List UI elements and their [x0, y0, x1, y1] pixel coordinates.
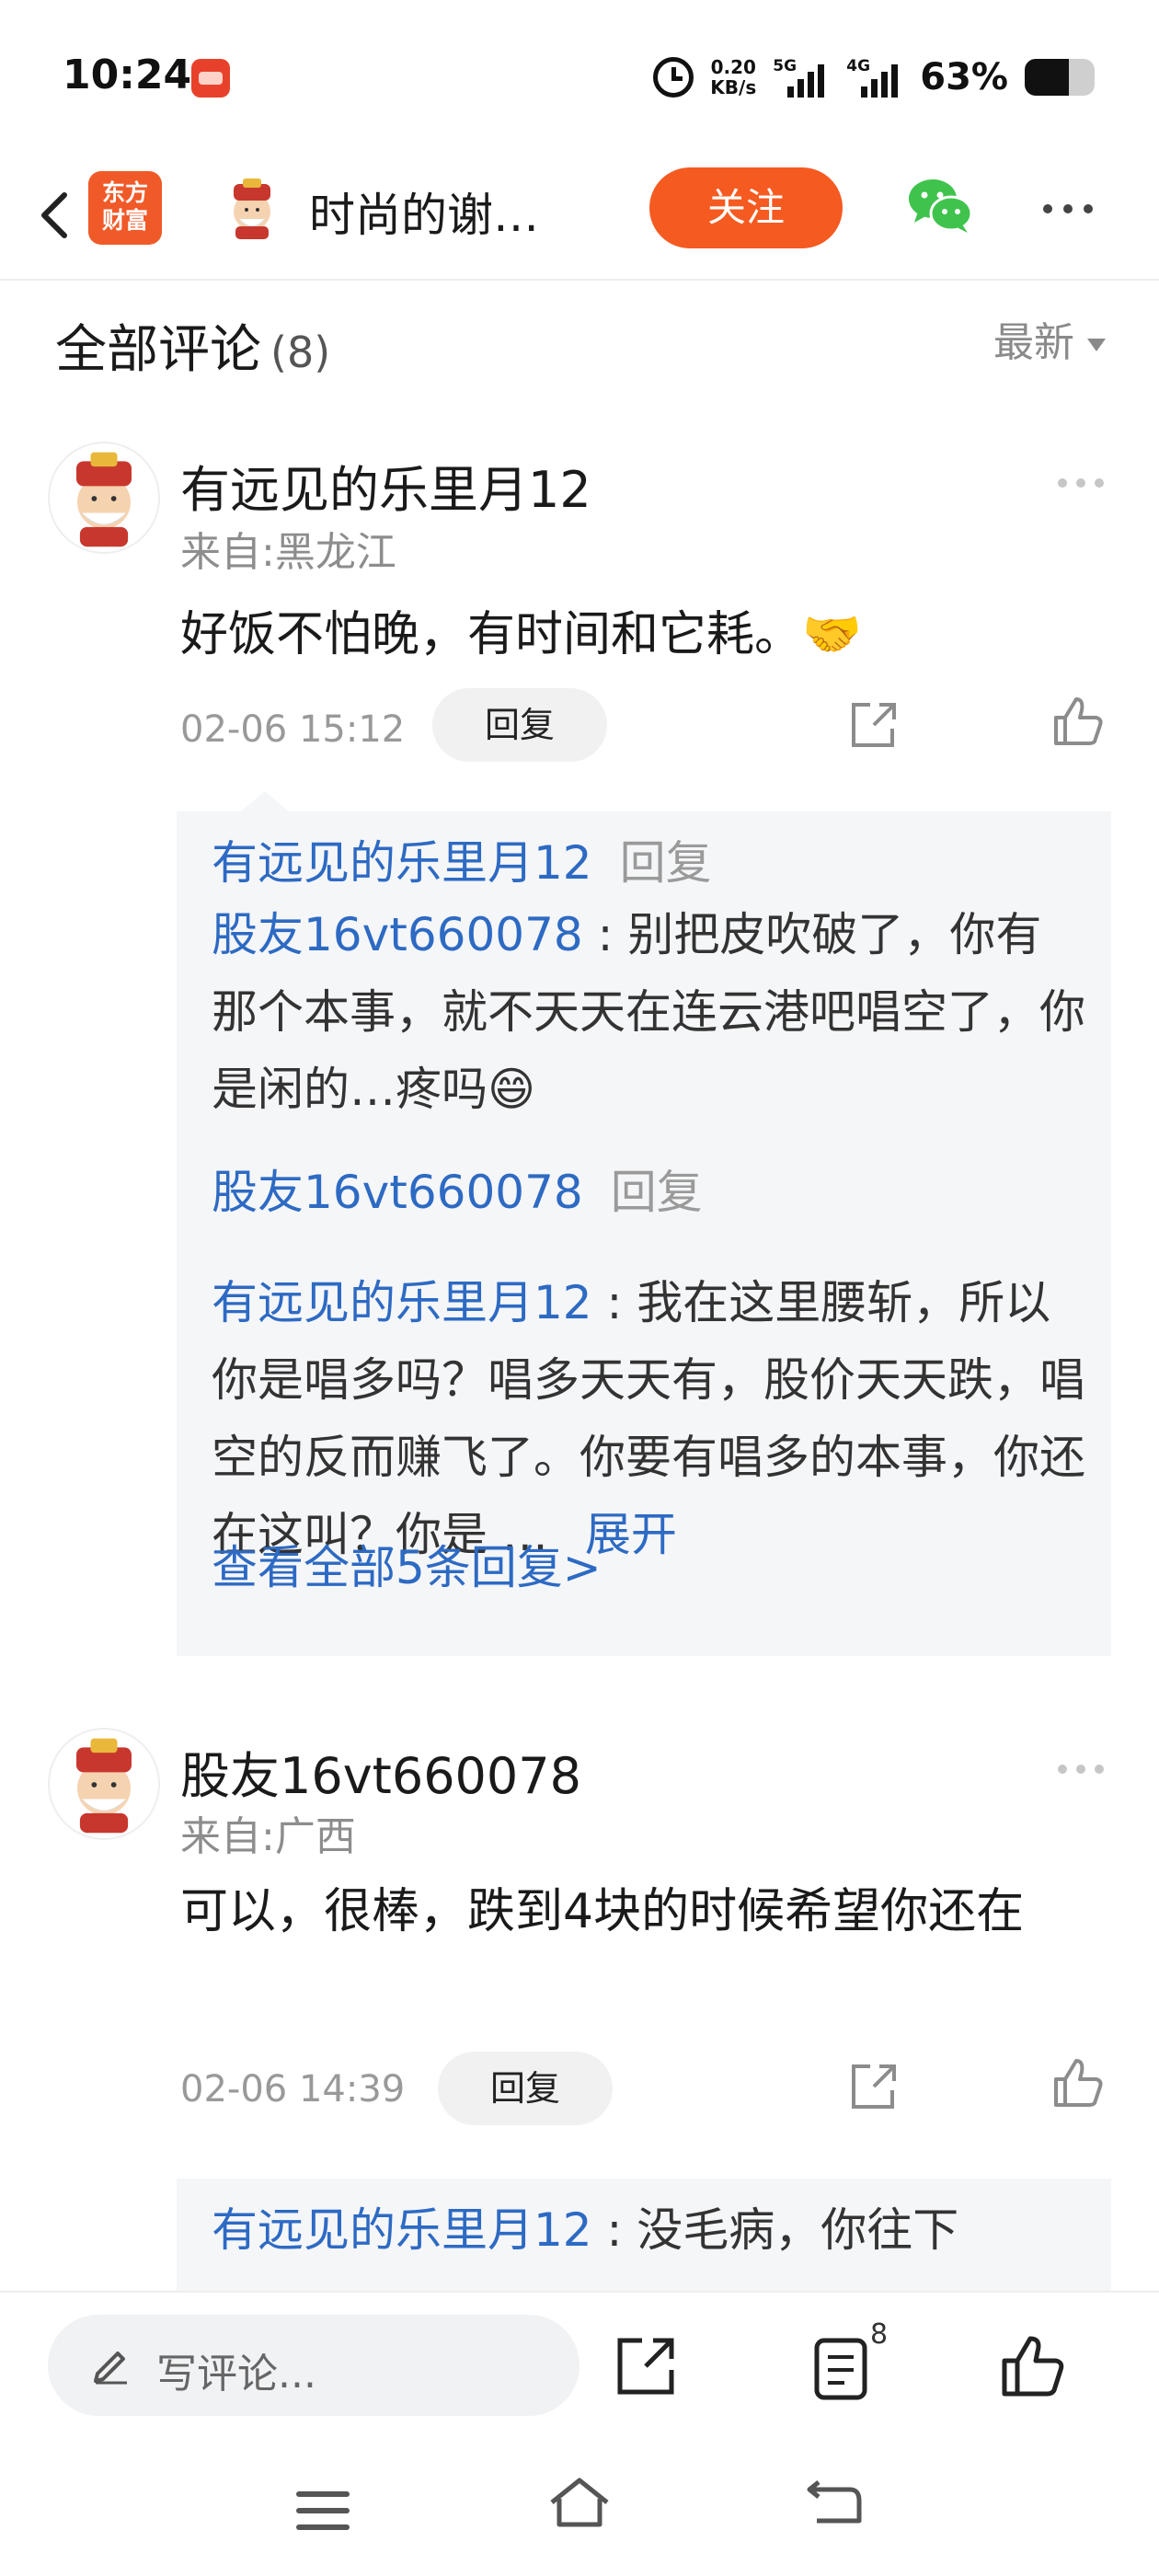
view-all-replies-link[interactable]: 查看全部5条回复>: [212, 1531, 602, 1597]
back-icon[interactable]: [29, 188, 85, 243]
like-icon[interactable]: [1050, 2057, 1104, 2110]
battery-level-fill: [1025, 59, 1069, 96]
logo-text-line2: 财富: [101, 207, 148, 234]
reply-thread: 有远见的乐里月12 回复 股友16vt660078 : 别把皮吹破了，你有那个本事…: [177, 811, 1111, 1290]
net-speed-value: 0.20: [710, 56, 756, 78]
wechat-icon[interactable]: [905, 175, 975, 236]
comment-author[interactable]: 有远见的乐里月12: [180, 449, 591, 522]
avatar[interactable]: [48, 442, 160, 554]
reply-tag: 回复: [619, 836, 712, 890]
write-comment-placeholder: 写评论...: [156, 2351, 316, 2398]
app-notification-icon: [191, 59, 230, 98]
comments-header: 全部评论 (8): [55, 308, 330, 383]
reply-colon: :: [591, 1276, 637, 1329]
follow-button[interactable]: 关注: [649, 167, 843, 248]
battery-percent: 63%: [920, 56, 1008, 98]
comments-title: 全部评论: [55, 320, 261, 380]
alarm-icon: [653, 57, 694, 98]
reply-text[interactable]: 有远见的乐里月12 : 没毛病，你往下: [212, 2191, 1085, 2269]
sort-dropdown[interactable]: 最新: [993, 309, 1106, 368]
reply-text[interactable]: 有远见的乐里月12 : 我在这里腰斩，所以你是唱多吗？唱多天天有，股价天天跌，唱…: [212, 1264, 1085, 1573]
comment-time: 02-06 14:39: [180, 2068, 406, 2110]
avatar[interactable]: [219, 175, 285, 241]
reply-box-pointer: [241, 791, 289, 811]
status-bar: 10:24 0.20 KB/s 5G 4G 63%: [0, 0, 1159, 156]
write-comment-input[interactable]: 写评论...: [48, 2315, 580, 2416]
battery-icon: [1025, 59, 1095, 96]
reply-colon: :: [591, 2203, 637, 2257]
comment-time: 02-06 15:12: [180, 708, 406, 751]
back-icon[interactable]: [804, 2480, 865, 2530]
home-icon[interactable]: [546, 2475, 613, 2530]
comment-more-icon[interactable]: [1058, 1765, 1104, 1774]
caret-down-icon: [1087, 339, 1106, 351]
comment-author[interactable]: 股友16vt660078: [180, 1735, 581, 1808]
reply-header[interactable]: 有远见的乐里月12 回复: [212, 826, 712, 892]
reply-thread: 有远见的乐里月12 : 没毛病，你往下: [177, 2179, 1111, 2291]
logo-text-line1: 东方: [101, 179, 148, 206]
share-icon[interactable]: [846, 2061, 900, 2114]
network-speed: 0.20 KB/s: [710, 57, 756, 98]
more-icon[interactable]: [1043, 204, 1093, 213]
reply-tag: 回复: [610, 1166, 703, 1219]
avatar[interactable]: [48, 1728, 160, 1840]
comments-list-icon[interactable]: [813, 2335, 870, 2401]
comment-text: 可以，很棒，跌到4块的时候希望你还在: [180, 1884, 1025, 1939]
reply-target[interactable]: 有远见的乐里月12: [212, 1276, 592, 1329]
app-logo[interactable]: 东方 财富: [88, 171, 162, 245]
menu-icon[interactable]: [296, 2491, 350, 2541]
sort-label: 最新: [993, 319, 1074, 366]
reply-author[interactable]: 股友16vt660078: [212, 1166, 583, 1219]
reply-author[interactable]: 有远见的乐里月12: [212, 836, 592, 890]
reply-target[interactable]: 有远见的乐里月12: [212, 2203, 592, 2257]
comment-item: 股友16vt660078 来自:广西 可以，很棒，跌到4块的时候希望你还在 02…: [0, 1728, 1159, 2291]
comment-item: 有远见的乐里月12 来自:黑龙江 好饭不怕晚，有时间和它耗。🤝 02-06 15…: [0, 442, 1159, 1656]
bottom-action-bar: 写评论... 8: [0, 2291, 1159, 2420]
system-navigation-bar: [0, 2420, 1159, 2576]
comment-more-icon[interactable]: [1058, 478, 1104, 488]
signal-icon: 5G: [773, 57, 830, 98]
share-icon[interactable]: [846, 699, 900, 753]
reply-button[interactable]: 回复: [438, 2052, 613, 2125]
share-icon[interactable]: [614, 2335, 677, 2398]
reply-header[interactable]: 股友16vt660078 回复: [212, 1156, 703, 1222]
like-icon[interactable]: [1050, 696, 1104, 749]
comments-count: (8): [270, 328, 331, 377]
status-time: 10:24: [63, 52, 192, 98]
pencil-icon: [94, 2352, 127, 2385]
comment-count-badge: 8: [870, 2318, 889, 2351]
reply-text[interactable]: 股友16vt660078 : 别把皮吹破了，你有那个本事，就不天天在连云港吧唱空…: [212, 896, 1085, 1128]
comment-location: 来自:黑龙江: [180, 529, 396, 576]
reply-target[interactable]: 股友16vt660078: [212, 908, 583, 961]
comment-text: 好饭不怕晚，有时间和它耗。🤝: [180, 607, 862, 662]
like-icon[interactable]: [999, 2333, 1065, 2399]
reply-colon: :: [582, 908, 628, 961]
net-speed-unit: KB/s: [710, 76, 757, 98]
status-indicators: 0.20 KB/s 5G 4G 63%: [653, 50, 1095, 105]
page-title[interactable]: 时尚的谢…: [309, 178, 539, 245]
top-nav-bar: 东方 财富 时尚的谢… 关注: [0, 156, 1159, 281]
reply-thread-continued: 有远见的乐里月12 : 我在这里腰斩，所以你是唱多吗？唱多天天有，股价天天跌，唱…: [177, 1276, 1111, 1656]
reply-button[interactable]: 回复: [432, 688, 607, 762]
reply-content: 没毛病，你往下: [637, 2203, 959, 2257]
signal-icon: 4G: [846, 57, 903, 98]
comment-location: 来自:广西: [180, 1813, 356, 1860]
